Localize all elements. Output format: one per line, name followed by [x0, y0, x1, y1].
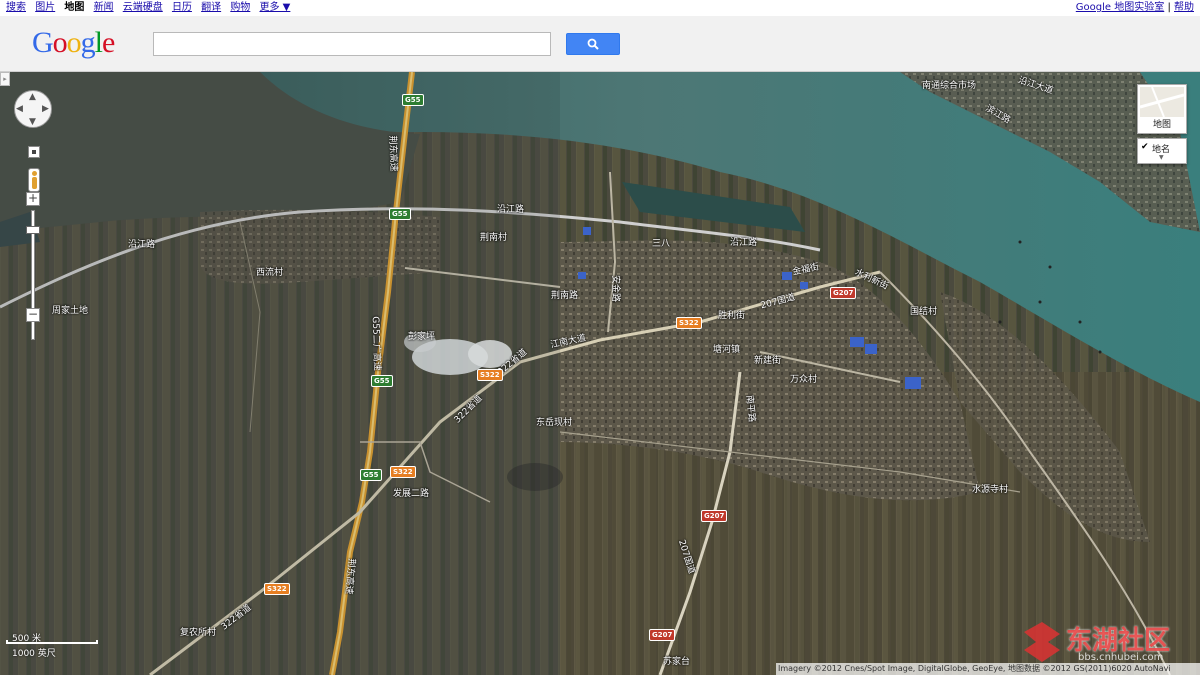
pan-left-icon[interactable]: ◀: [16, 104, 23, 114]
nav-link-maps[interactable]: 地图: [64, 2, 84, 13]
checkmark-icon: ✔: [1141, 142, 1149, 152]
place-label: 三八: [652, 239, 671, 249]
nav-link-drive[interactable]: 云端硬盘: [123, 2, 163, 13]
nav-link-news[interactable]: 新闻: [94, 2, 114, 13]
place-label: 苏家台: [663, 657, 691, 667]
highway-shield-g55: G55: [371, 375, 393, 387]
pan-control[interactable]: ▲ ◀ ▶ ▼: [14, 90, 52, 128]
panel-collapse-button[interactable]: ▸: [0, 72, 10, 86]
nav-link-shopping[interactable]: 购物: [230, 2, 250, 13]
watermark-url: bbs.cnhubei.com: [1078, 652, 1164, 663]
place-label: 水源寺村: [972, 485, 1009, 495]
scale-line: [6, 640, 98, 644]
logo-letter: G: [32, 26, 54, 59]
satellite-imagery: [0, 72, 1200, 675]
road-label: G55二广高速: [369, 316, 382, 371]
map-thumbnail-icon: [1139, 86, 1185, 118]
road-label: 荆东高速: [386, 135, 399, 172]
road-label: 沿江路: [128, 240, 156, 250]
map-type-button[interactable]: 地图: [1137, 84, 1187, 134]
satellite-map[interactable]: 沿江路 沿江路 沿江路 西流村 周家土地 荆南村 荆南路 彭家坪 三八 安金路 …: [0, 72, 1200, 675]
place-label: 塘河镇: [713, 345, 741, 355]
road-label: 发展二路: [393, 489, 430, 499]
logo-letter: o: [52, 26, 68, 59]
highway-shield-s322: S322: [264, 583, 290, 595]
top-nav-bar: 搜索 图片 地图 新闻 云端硬盘 日历 翻译 购物 更多 ▼ Google 地图…: [0, 0, 1200, 16]
pegman-icon[interactable]: [28, 168, 40, 192]
place-label: 东岳现村: [536, 418, 573, 428]
place-label: 国结村: [910, 307, 938, 317]
header-bar: Google: [0, 16, 1200, 72]
scale-bar: 500 米 1000 英尺: [6, 630, 101, 659]
road-label: 安金路: [610, 274, 621, 303]
search-input[interactable]: [153, 32, 551, 56]
google-logo[interactable]: Google: [32, 26, 115, 60]
chevron-down-icon[interactable]: ▼: [1159, 154, 1164, 161]
road-label: 荆南路: [551, 291, 579, 301]
zoom-slider-handle[interactable]: [26, 226, 40, 234]
zoom-slider[interactable]: + −: [26, 192, 40, 352]
highway-shield-g55: G55: [389, 208, 411, 220]
help-link[interactable]: 帮助: [1174, 2, 1194, 13]
logo-letter: g: [80, 26, 96, 59]
logo-letter: o: [66, 26, 82, 59]
highway-shield-g207: G207: [649, 629, 676, 641]
logo-letter: l: [94, 26, 103, 59]
nav-link-search[interactable]: 搜索: [6, 2, 26, 13]
map-type-label: 地图: [1152, 120, 1171, 130]
highway-shield-s322: S322: [477, 369, 503, 381]
nav-link-more[interactable]: 更多 ▼: [260, 2, 291, 13]
link-separator: |: [1167, 2, 1171, 13]
scale-imperial: 1000 英尺: [12, 649, 56, 659]
highway-shield-g55: G55: [360, 469, 382, 481]
nav-link-images[interactable]: 图片: [35, 2, 55, 13]
zoom-in-button[interactable]: +: [26, 192, 40, 206]
nav-link-translate[interactable]: 翻译: [201, 2, 221, 13]
top-right-links: Google 地图实验室 | 帮助: [1076, 1, 1194, 15]
pan-down-icon[interactable]: ▼: [29, 117, 36, 127]
logo-letter: e: [102, 26, 115, 59]
map-copyright: Imagery ©2012 Cnes/Spot Image, DigitalGl…: [776, 663, 1200, 675]
search-icon: [587, 38, 599, 50]
road-label: 沿江路: [497, 205, 525, 215]
search-button[interactable]: [566, 33, 620, 55]
place-label: 南通综合市场: [922, 81, 977, 91]
place-label: 西流村: [256, 268, 284, 278]
nav-link-calendar[interactable]: 日历: [172, 2, 192, 13]
place-label: 万众村: [790, 375, 818, 385]
highway-shield-s322: S322: [676, 317, 702, 329]
watermark-logo-icon: [1024, 622, 1060, 662]
highway-shield-g207: G207: [701, 510, 728, 522]
road-label: 胜利街: [718, 311, 746, 321]
road-label: 南平路: [743, 394, 757, 423]
highway-shield-s322: S322: [390, 466, 416, 478]
place-label: 荆南村: [480, 233, 508, 243]
road-label: 新建街: [754, 356, 782, 366]
map-thumbnail: [1139, 86, 1185, 118]
highway-shield-g207: G207: [830, 287, 857, 299]
highway-shield-g55: G55: [402, 94, 424, 106]
labels-toggle[interactable]: ✔ 地名 ▼: [1137, 138, 1187, 164]
place-label: 彭家坪: [408, 332, 436, 342]
road-label: 沿江路: [730, 238, 758, 248]
street-view-button[interactable]: [28, 146, 40, 158]
zoom-out-button[interactable]: −: [26, 308, 40, 322]
pan-right-icon[interactable]: ▶: [42, 104, 49, 114]
maps-labs-link[interactable]: Google 地图实验室: [1076, 2, 1164, 13]
place-label: 复农所村: [180, 628, 217, 638]
service-links: 搜索 图片 地图 新闻 云端硬盘 日历 翻译 购物 更多 ▼: [6, 1, 296, 15]
place-label: 周家土地: [52, 306, 89, 316]
pan-up-icon[interactable]: ▲: [29, 92, 36, 102]
